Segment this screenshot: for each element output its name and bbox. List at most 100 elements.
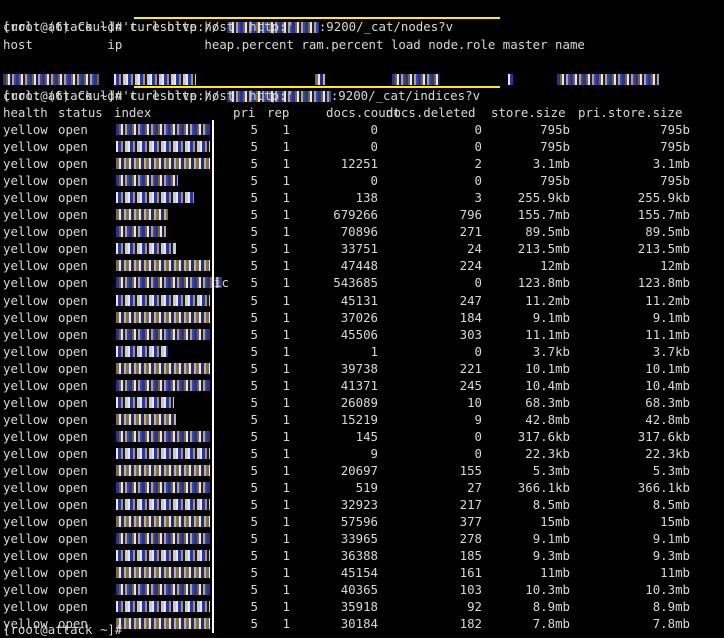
col-pri: pri [233,105,256,120]
cell-docs-count: 1 [370,343,378,359]
cell-pri-store-size: 9.1mb [652,531,690,547]
cell-health: yellow [3,122,48,137]
cell-store-size: 11.1mb [525,326,570,342]
cell-status: open [58,480,88,496]
cell-status: open [58,548,88,564]
cell-docs-deleted: 377 [459,514,482,530]
cell-pri-store-size: 11mb [660,565,690,581]
cell-status: open [58,463,88,478]
cell-status: open [58,139,88,155]
table-row: yellow open 5 1 1 0 3.7kb 3.7kb [0,343,724,360]
cell-docs-count: 33965 [340,531,378,547]
cell-pri: 5 [250,122,258,137]
cell-docs-count: 40365 [340,582,378,598]
cell-pri: 5 [250,463,258,478]
table-row: yellow open 5 1 39738 221 10.1mb 10.1mb [0,360,724,377]
cell-docs-count: 45154 [340,565,378,581]
redacted-index-name [116,209,168,221]
table-row: yellow open 5 1 12251 2 3.1mb 3.1mb [0,155,724,172]
redacted-index-name [116,516,210,528]
cell-rep: 1 [282,241,290,257]
redacted-name [557,74,660,85]
cell-rep: 1 [282,122,290,137]
cell-rep: 1 [282,139,290,155]
cell-health: yellow [3,309,48,325]
table-row: yellow open 5 1 33751 24 213.5mb 213.5mb [0,240,724,257]
cell-pri: 5 [250,207,258,223]
table-row: yellow open 5 1 26089 10 68.3mb 68.3mb [0,394,724,411]
cell-pri: 5 [250,514,258,530]
redacted-index-name [116,141,210,153]
cell-pri: 5 [250,360,258,376]
cell-docs-deleted: 221 [459,360,482,376]
cell-pri: 5 [250,428,258,444]
cell-docs-count: 0 [370,139,378,155]
cell-health: yellow [3,514,48,530]
cell-docs-count: 9 [370,445,378,461]
index-name-suffix: ic [214,275,229,291]
cell-status: open [58,360,88,376]
cell-rep: 1 [282,514,290,530]
cell-health: yellow [3,224,48,240]
cell-store-size: 255.9kb [517,190,570,206]
indices-header: health status index pri rep docs.count d… [0,104,724,121]
col-rep: rep [267,105,290,120]
cell-pri: 5 [250,156,258,172]
cell-pri: 5 [250,309,258,325]
cell-docs-count: 20697 [340,463,378,478]
cell-pri-store-size: 795b [660,173,690,189]
cell-status: open [58,122,88,137]
redacted-index-name [116,465,210,476]
cell-docs-count: 33751 [340,241,378,257]
cell-pri: 5 [250,241,258,257]
redacted-index-name [116,499,210,511]
cell-docs-count: 679266 [333,207,378,223]
cell-store-size: 7.8mb [532,616,570,632]
cell-pri: 5 [250,565,258,581]
cell-status: open [58,428,88,444]
cell-store-size: 3.7kb [532,343,570,359]
cell-status: open [58,275,88,291]
cell-health: yellow [3,480,48,496]
cell-health: yellow [3,190,48,206]
cell-rep: 1 [282,207,290,223]
cell-pri: 5 [250,139,258,155]
command-line-nodes: [root@attack ~]# curl http:// :9200/_cat… [3,1,453,34]
cell-store-size: 10.4mb [525,377,570,393]
cell-docs-count: 12251 [340,156,378,172]
cell-docs-count: 0 [370,122,378,137]
table-row: yellow open 5 1 45506 303 11.1mb 11.1mb [0,326,724,343]
cell-status: open [58,156,88,172]
cell-docs-deleted: 10 [467,394,482,410]
cell-pri: 5 [250,599,258,615]
cell-pri-store-size: 12mb [660,258,690,274]
last-prompt: [root@attack ~]# [3,622,123,637]
cell-pri: 5 [250,173,258,189]
redacted-index-name [116,430,210,442]
cell-status: open [58,224,88,240]
cell-health: yellow [3,360,48,376]
cell-pri: 5 [250,531,258,547]
cell-pri: 5 [250,445,258,461]
cell-docs-deleted: 185 [459,548,482,564]
cell-store-size: 9.1mb [532,531,570,547]
cell-status: open [58,241,88,257]
cell-status: open [58,445,88,461]
cell-store-size: 10.1mb [525,360,570,376]
redacted-index-name [116,294,210,306]
table-row: yellow open 5 1 0 0 795b 795b [0,138,724,155]
cell-store-size: 123.8mb [517,275,570,291]
cell-pri-store-size: 3.1mb [652,156,690,172]
curl-command-suffix: :9200/_cat/nodes?v [318,19,454,34]
command-line-indices: [root@attack ~]# curl http:// :9200/_cat… [3,70,480,103]
cell-rep: 1 [282,548,290,564]
redacted-index-name [116,277,222,289]
table-row: yellow open 5 1 37026 184 9.1mb 9.1mb [0,309,724,326]
col-index: index [114,105,152,120]
cell-store-size: 8.9mb [532,599,570,615]
redacted-index-name [116,328,210,340]
cell-docs-deleted: 182 [459,616,482,632]
cell-docs-count: 0 [370,173,378,189]
cell-rep: 1 [282,343,290,359]
redacted-index-name [116,584,210,596]
